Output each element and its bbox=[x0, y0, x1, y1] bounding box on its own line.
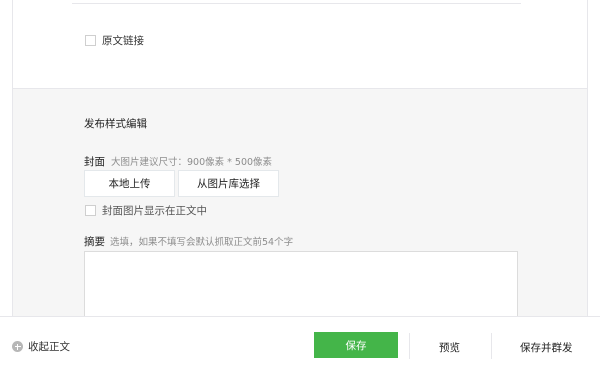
show-cover-option[interactable]: 封面图片显示在正文中 bbox=[85, 203, 207, 218]
original-link-label: 原文链接 bbox=[102, 35, 144, 47]
cover-label: 封面 bbox=[84, 156, 105, 168]
preview-button[interactable]: 预览 bbox=[439, 340, 460, 355]
cover-size-hint: 大图片建议尺寸：900像素 * 500像素 bbox=[111, 157, 273, 168]
field-divider bbox=[72, 3, 521, 4]
footer-divider bbox=[409, 333, 410, 359]
choose-from-library-button[interactable]: 从图片库选择 bbox=[178, 170, 279, 197]
save-and-send-button[interactable]: 保存并群发 bbox=[520, 340, 573, 355]
show-cover-label: 封面图片显示在正文中 bbox=[102, 205, 207, 217]
local-upload-button[interactable]: 本地上传 bbox=[84, 170, 175, 197]
show-cover-checkbox[interactable] bbox=[85, 205, 96, 216]
original-link-option[interactable]: 原文链接 bbox=[85, 33, 144, 48]
summary-hint: 选填，如果不填写会默认抓取正文前54个字 bbox=[110, 237, 294, 248]
page-right-border bbox=[587, 0, 588, 316]
section-title: 发布样式编辑 bbox=[84, 118, 147, 130]
cover-header: 封面 大图片建议尺寸：900像素 * 500像素 bbox=[84, 154, 272, 169]
collapse-body-button[interactable]: 收起正文 bbox=[12, 339, 70, 354]
footer-divider bbox=[491, 333, 492, 359]
collapse-body-label: 收起正文 bbox=[28, 341, 70, 353]
summary-textarea[interactable] bbox=[84, 251, 518, 317]
plus-circle-icon bbox=[12, 341, 23, 352]
save-button[interactable]: 保存 bbox=[314, 332, 398, 358]
footer-toolbar: 收起正文 保存 预览 保存并群发 bbox=[0, 316, 600, 366]
original-link-checkbox[interactable] bbox=[85, 35, 96, 46]
summary-label: 摘要 bbox=[84, 236, 105, 248]
summary-header: 摘要 选填，如果不填写会默认抓取正文前54个字 bbox=[84, 234, 293, 249]
